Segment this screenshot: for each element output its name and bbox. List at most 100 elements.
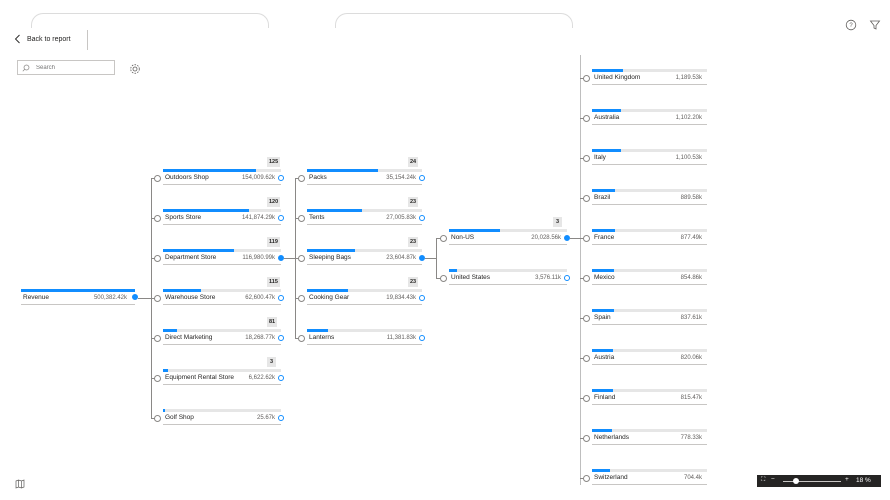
collapse-toggle[interactable] [298,335,305,342]
expanded-node-dot[interactable] [419,255,425,261]
expand-node-button[interactable] [278,215,284,221]
node-country[interactable]: Austria 820.06k [592,349,707,365]
node-product[interactable]: Tents 27,005.83k [307,209,422,225]
collapse-toggle[interactable] [298,215,305,222]
node-country[interactable]: France 877.49k [592,229,707,245]
back-label: Back to report [27,35,71,43]
node-label: Non-US [451,234,475,241]
expand-node-button[interactable] [419,295,425,301]
node-product[interactable]: Sleeping Bags 23,604.87k [307,249,422,265]
expanded-node-dot[interactable] [132,294,138,300]
node-country[interactable]: Finland 815.47k [592,389,707,405]
node-value: 19,834.43k [386,295,416,301]
node-bar [592,69,623,72]
fit-to-screen-icon[interactable]: ⛶ [761,477,765,484]
zoom-out-button[interactable]: − [771,476,775,483]
collapse-toggle[interactable] [583,275,590,282]
zoom-control[interactable]: ⛶ − + 18 % [757,475,881,487]
node-country[interactable]: Brazil 889.58k [592,189,707,205]
filter-icon[interactable] [869,18,883,32]
collapse-toggle[interactable] [440,235,447,242]
node-bar [592,189,615,192]
collapse-toggle[interactable] [154,335,161,342]
node-bar [592,349,613,352]
map-toggle-icon[interactable] [15,476,25,489]
expand-node-button[interactable] [278,295,284,301]
node-track [163,329,281,332]
expanded-node-dot[interactable] [278,255,284,261]
node-label: United States [451,274,491,281]
node-label: Australia [594,114,620,121]
node-country[interactable]: Australia 1,102.20k [592,109,707,125]
node-country[interactable]: Switzerland 704.4k [592,469,707,485]
expand-node-button[interactable] [278,415,284,421]
collapse-toggle[interactable] [154,295,161,302]
expanded-node-dot[interactable] [564,235,570,241]
count-badge: 3 [267,357,276,367]
zoom-slider-track[interactable] [783,480,841,482]
collapse-toggle[interactable] [154,255,161,262]
count-badge: 125 [267,157,281,167]
node-product[interactable]: Lanterns 11,381.83k [307,329,422,345]
back-to-report-button[interactable]: Back to report [14,34,71,44]
node-country[interactable]: Netherlands 778.33k [592,429,707,445]
node-country[interactable]: United Kingdom 1,189.53k [592,69,707,85]
search-box[interactable] [17,60,115,75]
node-region[interactable]: United States 3,576.11k [449,269,567,285]
collapse-toggle[interactable] [583,235,590,242]
node-region[interactable]: Non-US 20,028.56k [449,229,567,245]
settings-icon[interactable] [129,62,141,74]
expand-node-button[interactable] [278,335,284,341]
node-country[interactable]: Spain 837.61k [592,309,707,325]
collapse-toggle[interactable] [298,175,305,182]
collapse-toggle[interactable] [440,275,447,282]
node-bar [307,289,348,292]
collapse-toggle[interactable] [154,415,161,422]
collapse-toggle[interactable] [583,475,590,482]
node-store[interactable]: Outdoors Shop 154,009.62k [163,169,281,185]
node-root[interactable]: Revenue 500,382.42k [21,289,135,305]
node-country[interactable]: Mexico 854.86k [592,269,707,285]
expand-node-button[interactable] [564,275,570,281]
expand-node-button[interactable] [278,375,284,381]
collapse-toggle[interactable] [583,395,590,402]
node-store[interactable]: Direct Marketing 18,268.77k [163,329,281,345]
expand-node-button[interactable] [419,215,425,221]
collapse-toggle[interactable] [583,315,590,322]
node-store[interactable]: Golf Shop 25.67k [163,409,281,425]
help-icon[interactable]: ? [845,18,859,32]
top-card-right [335,13,573,28]
connector-line [138,298,151,299]
collapse-toggle[interactable] [154,375,161,382]
node-label: Lanterns [309,334,335,341]
node-store[interactable]: Department Store 116,980.99k [163,249,281,265]
search-input[interactable] [36,64,106,71]
collapse-toggle[interactable] [583,75,590,82]
collapse-toggle[interactable] [583,155,590,162]
expand-node-button[interactable] [419,335,425,341]
collapse-toggle[interactable] [583,195,590,202]
expand-node-button[interactable] [419,175,425,181]
collapse-toggle[interactable] [154,215,161,222]
zoom-slider-handle[interactable] [793,478,799,484]
node-store[interactable]: Sports Store 141,874.29k [163,209,281,225]
node-product[interactable]: Cooking Gear 19,834.43k [307,289,422,305]
collapse-toggle[interactable] [298,295,305,302]
node-store[interactable]: Equipment Rental Store 6,622.62k [163,369,281,385]
node-label: Spain [594,314,611,321]
expand-node-button[interactable] [278,175,284,181]
node-bar [307,249,355,252]
collapse-toggle[interactable] [583,435,590,442]
node-value: 116,980.99k [242,255,275,261]
node-bar [163,369,168,372]
collapse-toggle[interactable] [154,175,161,182]
node-country[interactable]: Italy 1,100.53k [592,149,707,165]
zoom-in-button[interactable]: + [845,476,849,483]
collapse-toggle[interactable] [298,255,305,262]
connector-line [425,258,436,259]
node-bar [592,149,621,152]
node-product[interactable]: Packs 35,154.24k [307,169,422,185]
node-store[interactable]: Warehouse Store 62,600.47k [163,289,281,305]
collapse-toggle[interactable] [583,115,590,122]
collapse-toggle[interactable] [583,355,590,362]
